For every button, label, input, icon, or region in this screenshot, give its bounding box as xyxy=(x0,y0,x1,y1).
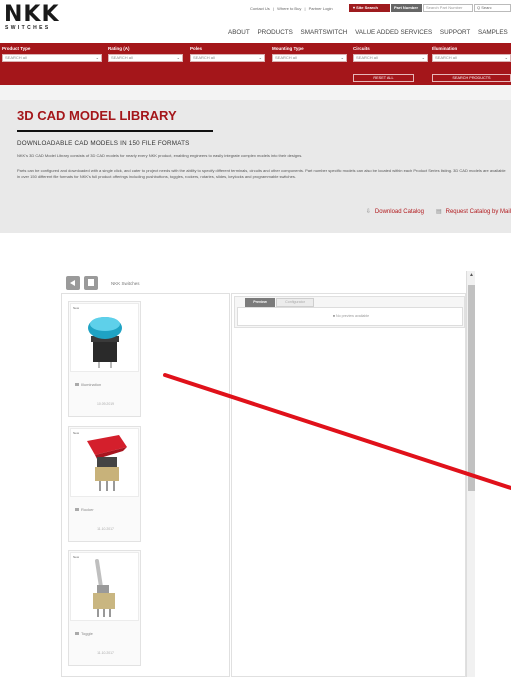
product-image: New xyxy=(70,552,139,621)
chevron-down-icon: ⌄ xyxy=(176,55,180,60)
back-icon[interactable] xyxy=(66,276,80,290)
nav-products[interactable]: PRODUCTS xyxy=(257,29,292,36)
card-date: 10.09.2019 xyxy=(97,402,114,406)
details-paragraph: Parts can be configured and downloaded w… xyxy=(17,168,506,179)
chevron-down-icon: ⌄ xyxy=(95,55,99,60)
scroll-up-icon[interactable]: ▲ xyxy=(467,271,476,280)
preview-tabs: Preview Configurator ■ No preview availa… xyxy=(234,296,465,328)
download-icon: ⇩ xyxy=(365,209,371,215)
card-label: Rocker xyxy=(75,507,94,512)
home-icon[interactable] xyxy=(84,276,98,290)
new-badge: New xyxy=(73,431,80,435)
title-divider xyxy=(17,130,213,132)
intro-section: 3D CAD MODEL LIBRARY DOWNLOADABLE CAD MO… xyxy=(0,100,511,233)
request-catalog-link[interactable]: Request Catalog by Mail xyxy=(446,209,511,215)
filter-rating: Rating (A) SEARCH all ⌄ xyxy=(108,46,183,76)
part-number-search-input[interactable]: Search Part Number xyxy=(423,4,473,12)
new-badge: New xyxy=(73,555,80,559)
rocker-switch-image xyxy=(87,435,127,491)
category-card-rocker[interactable]: New Rocker 11.10.2017 xyxy=(68,426,141,542)
page-subtitle: DOWNLOADABLE CAD MODELS IN 150 FILE FORM… xyxy=(17,140,190,147)
preview-panel: ■ No preview available xyxy=(237,307,463,326)
nkk-logo[interactable]: NKK SWITCHES xyxy=(4,2,59,32)
product-image: New xyxy=(70,303,139,372)
site-search-tab[interactable]: ▾ Site Search xyxy=(349,4,390,12)
circuits-select[interactable]: SEARCH all ⌄ xyxy=(353,54,428,62)
tab-preview[interactable]: Preview xyxy=(245,298,275,307)
folder-icon xyxy=(75,508,79,512)
filter-label: Poles xyxy=(190,46,203,51)
util-separator: | xyxy=(272,6,274,11)
partner-login-link[interactable]: Partner Login xyxy=(309,6,333,11)
product-image: New xyxy=(70,428,139,497)
download-catalog-link[interactable]: Download Catalog xyxy=(375,209,424,215)
widget-scrollbar[interactable]: ▲ xyxy=(466,271,475,677)
contact-us-link[interactable]: Contact Us xyxy=(250,6,270,11)
logo-subtext: SWITCHES xyxy=(5,25,51,31)
chevron-down-icon: ⌄ xyxy=(340,55,344,60)
mail-catalog-icon: ▤ xyxy=(435,209,442,215)
filter-label: Circuits xyxy=(353,46,370,51)
filter-label: Mounting Type xyxy=(272,46,304,51)
card-label: Illumination xyxy=(75,382,101,387)
scroll-thumb[interactable] xyxy=(468,285,475,491)
part-number-tab[interactable]: Part Number xyxy=(391,4,422,12)
utility-links: Contact Us | Where to Buy | Partner Logi… xyxy=(250,6,335,11)
spacer xyxy=(0,85,511,100)
filter-label: Illumination xyxy=(432,46,458,51)
reset-all-button[interactable]: RESET ALL xyxy=(353,74,414,82)
category-card-illumination[interactable]: New Illumination 10.09.2019 xyxy=(68,301,141,417)
product-type-select[interactable]: SEARCH all ⌄ xyxy=(2,54,102,62)
util-separator: | xyxy=(304,6,306,11)
filter-product-type: Product Type SEARCH all ⌄ xyxy=(2,46,102,76)
widget-breadcrumb[interactable]: NKK Switches xyxy=(111,281,140,286)
filter-label: Product Type xyxy=(2,46,31,51)
rating-select[interactable]: SEARCH all ⌄ xyxy=(108,54,183,62)
filter-label: Rating (A) xyxy=(108,46,130,51)
filter-circuits: Circuits SEARCH all ⌄ xyxy=(353,46,428,76)
category-card-toggle[interactable]: New Toggle 11.10.2017 xyxy=(68,550,141,666)
filter-mounting-type: Mounting Type SEARCH all ⌄ xyxy=(272,46,347,76)
nav-samples[interactable]: SAMPLES xyxy=(478,29,508,36)
tab-configurator[interactable]: Configurator xyxy=(276,298,314,307)
illuminated-pushbutton-image xyxy=(88,317,122,368)
poles-select[interactable]: SEARCH all ⌄ xyxy=(190,54,265,62)
main-navigation: ABOUT PRODUCTS SMARTSWITCH VALUE ADDED S… xyxy=(228,29,511,36)
no-preview-message: ■ No preview available xyxy=(332,314,370,318)
category-list-pane: New Illumination 10.09.2019 New Rocker 1… xyxy=(61,293,230,677)
card-label: Toggle xyxy=(75,631,93,636)
intro-paragraph: NKK's 3D CAD Model Library consists of 3… xyxy=(17,153,303,158)
nav-support[interactable]: SUPPORT xyxy=(440,29,470,36)
search-products-button[interactable]: SEARCH PRODUCTS xyxy=(432,74,511,82)
chevron-down-icon: ⌄ xyxy=(504,55,508,60)
filter-poles: Poles SEARCH all ⌄ xyxy=(190,46,265,76)
illumination-select[interactable]: SEARCH all ⌄ xyxy=(432,54,511,62)
catalog-links: ⇩ Download Catalog ▤ Request Catalog by Mai… xyxy=(366,208,511,215)
new-badge: New xyxy=(73,306,80,310)
where-to-buy-link[interactable]: Where to Buy xyxy=(277,6,301,11)
logo-text: NKK xyxy=(4,2,60,27)
card-date: 11.10.2017 xyxy=(97,651,114,655)
folder-icon xyxy=(75,383,79,387)
product-filter-bar: Product Type SEARCH all ⌄ Rating (A) SEAR… xyxy=(0,43,511,85)
mounting-type-select[interactable]: SEARCH all ⌄ xyxy=(272,54,347,62)
filter-illumination: Illumination SEARCH all ⌄ xyxy=(432,46,511,76)
chevron-down-icon: ⌄ xyxy=(258,55,262,60)
nav-smartswitch[interactable]: SMARTSWITCH xyxy=(301,29,348,36)
nav-value-added-services[interactable]: VALUE ADDED SERVICES xyxy=(355,29,432,36)
preview-pane: Preview Configurator ■ No preview availa… xyxy=(231,293,466,677)
search-button[interactable]: Q Searc xyxy=(474,4,511,12)
site-header: NKK SWITCHES Contact Us | Where to Buy |… xyxy=(0,0,511,43)
page-title: 3D CAD MODEL LIBRARY xyxy=(17,108,177,123)
nav-about[interactable]: ABOUT xyxy=(228,29,250,36)
toggle-switch-image xyxy=(93,559,115,617)
folder-icon xyxy=(75,632,79,636)
card-date: 11.10.2017 xyxy=(97,527,114,531)
chevron-down-icon: ⌄ xyxy=(421,55,425,60)
